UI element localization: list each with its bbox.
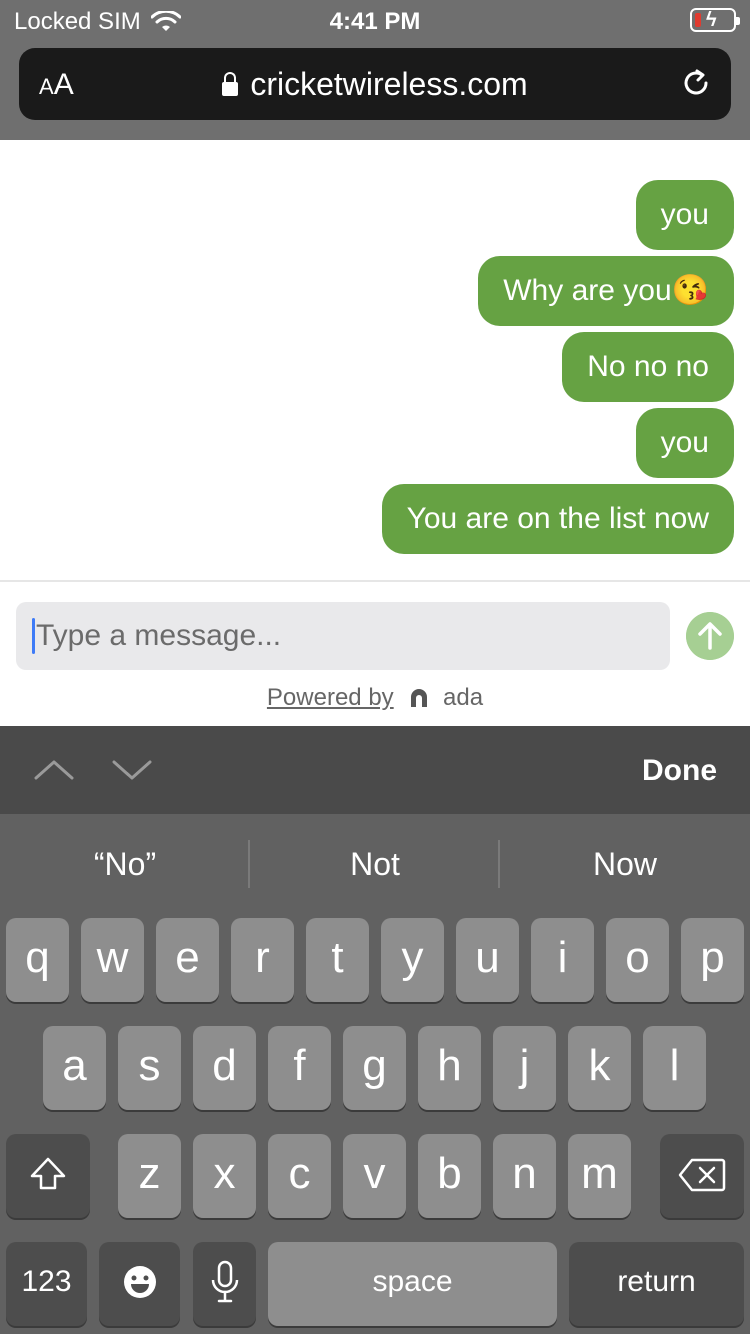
key-w[interactable]: w [81,918,144,1002]
key-g[interactable]: g [343,1026,406,1110]
key-i[interactable]: i [531,918,594,1002]
key-n[interactable]: n [493,1134,556,1218]
backspace-icon [678,1158,726,1192]
keyboard: “No” Not Now q w e r t y u i o p a s d f… [0,814,750,1334]
previous-field-icon[interactable] [34,750,74,790]
key-l[interactable]: l [643,1026,706,1110]
key-k[interactable]: k [568,1026,631,1110]
message-field[interactable] [16,602,670,670]
space-key[interactable]: space [268,1242,557,1326]
backspace-key[interactable] [660,1134,744,1218]
microphone-icon [211,1260,238,1303]
keyboard-accessory-bar: Done [0,726,750,814]
key-m[interactable]: m [568,1134,631,1218]
key-z[interactable]: z [118,1134,181,1218]
emoji-key[interactable] [99,1242,180,1326]
key-y[interactable]: y [381,918,444,1002]
key-v[interactable]: v [343,1134,406,1218]
shift-key[interactable] [6,1134,90,1218]
address[interactable]: cricketwireless.com [19,66,731,103]
key-t[interactable]: t [306,918,369,1002]
clock: 4:41 PM [329,8,421,35]
key-p[interactable]: p [681,918,744,1002]
key-o[interactable]: o [606,918,669,1002]
return-key[interactable]: return [569,1242,744,1326]
message-bubble: you [635,408,734,478]
key-c[interactable]: c [268,1134,331,1218]
done-button[interactable]: Done [642,754,717,788]
url-bar[interactable]: AA cricketwireless.com [19,48,731,120]
message-bubble: you [635,180,734,250]
key-b[interactable]: b [418,1134,481,1218]
key-h[interactable]: h [418,1026,481,1110]
key-x[interactable]: x [193,1134,256,1218]
key-u[interactable]: u [456,918,519,1002]
battery-icon: ϟ [690,8,740,32]
emoji-icon [123,1266,156,1298]
suggestion-2[interactable]: Not [250,846,500,883]
chat-transcript: you Why are you😘 No no no you You are on… [0,140,750,580]
suggestion-3[interactable]: Now [500,846,750,883]
key-j[interactable]: j [493,1026,556,1110]
dictation-key[interactable] [193,1242,256,1326]
reload-icon[interactable] [679,66,713,100]
text-caret [32,618,35,654]
key-a[interactable]: a [43,1026,106,1110]
shift-icon [30,1157,66,1190]
ada-logo-icon [411,689,428,707]
message-bubble: Why are you😘 [478,256,734,326]
next-field-icon[interactable] [112,750,152,790]
powered-by[interactable]: Powered by ada [0,684,750,712]
send-button[interactable] [686,612,734,660]
numbers-key[interactable]: 123 [6,1242,87,1326]
key-q[interactable]: q [6,918,69,1002]
status-bar: Locked SIM 4:41 PM ϟ [0,0,750,40]
predictive-bar: “No” Not Now [0,814,750,914]
suggestion-1[interactable]: “No” [0,846,250,883]
key-d[interactable]: d [193,1026,256,1110]
message-input[interactable] [36,602,656,670]
composer: Powered by ada [0,582,750,726]
key-f[interactable]: f [268,1026,331,1110]
message-bubble: No no no [562,332,734,402]
browser-chrome: Locked SIM 4:41 PM ϟ AA cricketwireless.… [0,0,750,140]
key-r[interactable]: r [231,918,294,1002]
lock-icon [222,72,239,96]
message-bubble: You are on the list now [381,484,734,554]
key-e[interactable]: e [156,918,219,1002]
key-s[interactable]: s [118,1026,181,1110]
